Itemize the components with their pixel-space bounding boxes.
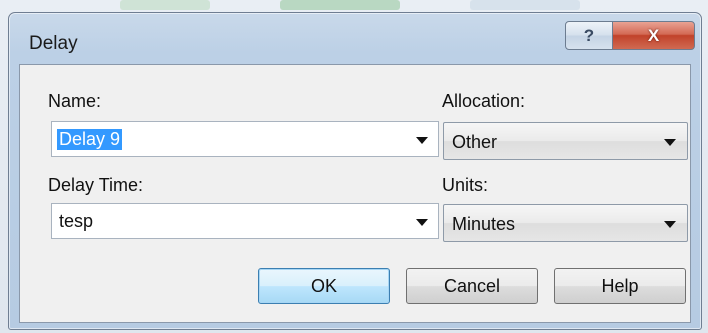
name-value: Delay 9 (57, 129, 123, 150)
delay-dialog: Delay ? X Name: Delay 9 Allocation: Othe… (8, 12, 702, 330)
delay-time-combobox[interactable]: tesp (51, 203, 439, 239)
units-value: Minutes (452, 214, 516, 234)
chevron-down-icon[interactable] (416, 219, 428, 226)
chevron-down-icon[interactable] (664, 139, 676, 146)
close-icon: X (647, 25, 660, 45)
background-shape (280, 0, 400, 10)
ok-button[interactable]: OK (258, 268, 390, 304)
help-button[interactable]: Help (554, 268, 686, 304)
question-mark-icon: ? (583, 25, 595, 45)
units-label: Units: (442, 175, 489, 195)
help-button-titlebar[interactable]: ? (565, 21, 613, 50)
allocation-label: Allocation: (442, 91, 526, 111)
delay-time-value: tesp (59, 211, 94, 231)
background-shape (470, 0, 580, 10)
name-combobox[interactable]: Delay 9 (51, 121, 439, 157)
delay-time-label: Delay Time: (48, 175, 144, 195)
chevron-down-icon[interactable] (416, 137, 428, 144)
title-bar[interactable]: Delay ? X (9, 13, 701, 63)
name-label: Name: (48, 91, 102, 111)
background-shape (120, 0, 210, 10)
dialog-client-area: Name: Delay 9 Allocation: Other Delay Ti… (19, 64, 691, 323)
allocation-dropdown[interactable]: Other (443, 122, 688, 160)
allocation-value: Other (452, 132, 498, 152)
units-dropdown[interactable]: Minutes (443, 204, 688, 242)
close-button[interactable]: X (612, 21, 695, 50)
cancel-button[interactable]: Cancel (406, 268, 538, 304)
chevron-down-icon[interactable] (664, 221, 676, 228)
dialog-title: Delay (29, 33, 78, 54)
